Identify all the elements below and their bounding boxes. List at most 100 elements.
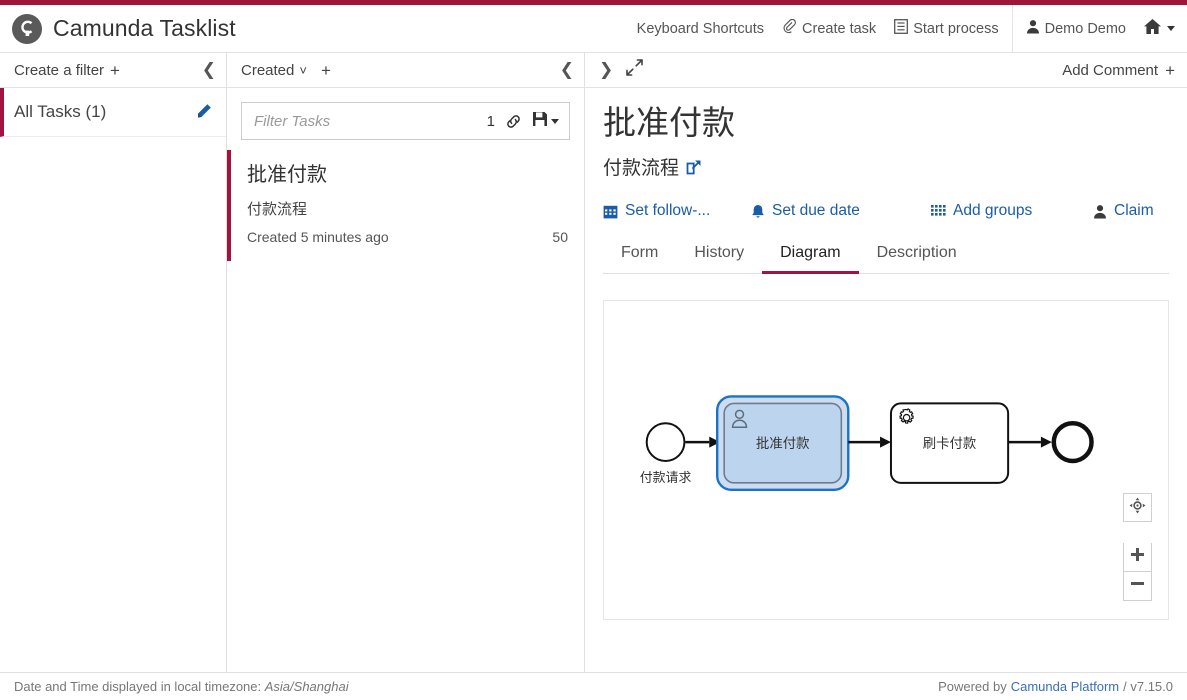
task-search-area: 1 bbox=[227, 88, 584, 150]
sort-label: Created bbox=[241, 62, 294, 79]
plus-icon bbox=[1130, 547, 1145, 567]
task-priority: 50 bbox=[552, 229, 568, 245]
list-document-icon bbox=[894, 19, 908, 38]
create-filter-label: Create a filter bbox=[14, 62, 104, 79]
nav-keyboard-shortcuts[interactable]: Keyboard Shortcuts bbox=[628, 5, 773, 52]
tasks-column-header: Created ˅ + ❮ bbox=[227, 53, 584, 88]
zoom-out-button[interactable] bbox=[1123, 572, 1152, 601]
powered-by: Powered by Camunda Platform / v7.15.0 bbox=[938, 679, 1173, 694]
paperclip-icon bbox=[782, 19, 797, 38]
tab-form[interactable]: Form bbox=[603, 238, 676, 274]
detail-tabs: Form History Diagram Description bbox=[603, 238, 1169, 274]
process-subtitle: 付款流程 bbox=[603, 153, 1169, 180]
collapse-filters-icon[interactable]: ❮ bbox=[202, 62, 216, 79]
task-actions: Set follow-... Set due date bbox=[603, 202, 1169, 220]
task-process-name: 付款流程 bbox=[247, 198, 568, 219]
task-detail-body: 批准付款 付款流程 bbox=[585, 88, 1187, 672]
filters-column-header: Create a filter + ❮ bbox=[0, 53, 226, 88]
brand[interactable]: Camunda Tasklist bbox=[0, 14, 236, 44]
app-header: Camunda Tasklist Keyboard Shortcuts Crea… bbox=[0, 5, 1187, 53]
nav-start-process[interactable]: Start process bbox=[885, 5, 1007, 52]
expand-diagonal-icon[interactable] bbox=[626, 59, 643, 81]
home-menu[interactable] bbox=[1135, 18, 1187, 40]
reset-zoom-button[interactable] bbox=[1123, 493, 1152, 522]
process-name: 付款流程 bbox=[603, 153, 679, 180]
app-title: Camunda Tasklist bbox=[53, 15, 236, 42]
bpmn-start-event[interactable] bbox=[647, 424, 685, 462]
add-comment-button[interactable]: Add Comment + bbox=[1062, 62, 1175, 79]
task-name: 批准付款 bbox=[247, 164, 568, 186]
save-filter-dropdown[interactable] bbox=[532, 111, 559, 132]
add-comment-label: Add Comment bbox=[1062, 62, 1158, 79]
chevron-down-icon bbox=[551, 119, 559, 124]
home-icon bbox=[1143, 18, 1162, 40]
task-meta: Created 5 minutes ago 50 bbox=[247, 229, 568, 245]
grid-dots-icon bbox=[931, 204, 946, 218]
powered-by-label: Powered by bbox=[938, 679, 1007, 694]
tab-diagram[interactable]: Diagram bbox=[762, 238, 858, 274]
list-item[interactable]: 批准付款 付款流程 Created 5 minutes ago 50 bbox=[227, 150, 584, 261]
calendar-icon bbox=[603, 204, 618, 219]
header-nav: Keyboard Shortcuts Create task Star bbox=[628, 5, 1187, 52]
header-divider bbox=[1012, 5, 1013, 53]
nav-user-menu[interactable]: Demo Demo bbox=[1017, 5, 1135, 52]
sort-selector[interactable]: Created ˅ bbox=[241, 62, 307, 79]
bpmn-service-task-label: 刷卡付款 bbox=[923, 436, 977, 452]
add-groups-label: Add groups bbox=[953, 202, 1032, 220]
pencil-icon[interactable] bbox=[196, 103, 212, 122]
main-body: Create a filter + ❮ All Tasks (1) bbox=[0, 53, 1187, 672]
task-created: Created 5 minutes ago bbox=[247, 229, 389, 245]
set-follow-up-label: Set follow-... bbox=[625, 202, 710, 220]
nav-create-task[interactable]: Create task bbox=[773, 5, 885, 52]
set-due-date-button[interactable]: Set due date bbox=[751, 202, 931, 220]
plus-icon: + bbox=[110, 62, 120, 79]
nav-start-process-label: Start process bbox=[913, 21, 998, 37]
camunda-platform-link[interactable]: Camunda Platform bbox=[1011, 679, 1119, 694]
add-groups-button[interactable]: Add groups bbox=[931, 202, 1093, 220]
tasklist-app: Camunda Tasklist Keyboard Shortcuts Crea… bbox=[0, 0, 1187, 700]
floppy-save-icon bbox=[532, 111, 548, 132]
bpmn-end-event[interactable] bbox=[1054, 424, 1092, 462]
search-input[interactable] bbox=[254, 113, 477, 130]
timezone-prefix: Date and Time displayed in local timezon… bbox=[14, 679, 265, 694]
collapse-tasks-icon[interactable]: ❮ bbox=[560, 62, 574, 79]
tasks-column: Created ˅ + ❮ 1 bbox=[227, 53, 585, 672]
claim-label: Claim bbox=[1114, 202, 1154, 220]
zoom-in-button[interactable] bbox=[1123, 543, 1152, 572]
bpmn-start-event-label: 付款请求 bbox=[640, 471, 692, 486]
bpmn-canvas[interactable]: 付款请求 批准付款 bbox=[604, 301, 1168, 619]
bpmn-diagram-panel[interactable]: 付款请求 批准付款 bbox=[603, 300, 1169, 620]
sidebar-item-label: All Tasks (1) bbox=[14, 102, 106, 122]
set-follow-up-button[interactable]: Set follow-... bbox=[603, 202, 751, 220]
camunda-logo-icon bbox=[12, 14, 42, 44]
link-icon[interactable] bbox=[505, 113, 522, 130]
add-sort-button[interactable]: + bbox=[321, 62, 331, 79]
external-link-icon[interactable] bbox=[686, 159, 702, 175]
user-icon bbox=[1026, 19, 1040, 38]
minus-icon bbox=[1130, 576, 1145, 596]
task-detail-column: ❯ Add Comment + 批准付款 付款流程 bbox=[585, 53, 1187, 672]
claim-button[interactable]: Claim bbox=[1093, 202, 1154, 220]
bpmn-user-task-label: 批准付款 bbox=[756, 436, 810, 452]
bell-icon bbox=[751, 204, 765, 219]
page-title: 批准付款 bbox=[603, 102, 1169, 143]
sidebar-item-all-tasks[interactable]: All Tasks (1) bbox=[0, 88, 226, 137]
create-filter-button[interactable]: Create a filter + bbox=[14, 62, 120, 79]
plus-icon: + bbox=[1165, 62, 1175, 79]
version-label: / v7.15.0 bbox=[1123, 679, 1173, 694]
user-icon bbox=[1093, 204, 1107, 219]
chevron-down-icon bbox=[1167, 26, 1175, 31]
bpmn-arrowhead-2 bbox=[880, 437, 891, 448]
task-detail-header: ❯ Add Comment + bbox=[585, 53, 1187, 88]
search-result-count: 1 bbox=[487, 113, 495, 130]
tab-history[interactable]: History bbox=[676, 238, 762, 274]
diagram-zoom-controls bbox=[1123, 493, 1152, 601]
expand-tasks-icon[interactable]: ❯ bbox=[599, 62, 613, 79]
timezone-notice: Date and Time displayed in local timezon… bbox=[14, 679, 349, 694]
nav-keyboard-shortcuts-label: Keyboard Shortcuts bbox=[637, 21, 764, 37]
filters-column: Create a filter + ❮ All Tasks (1) bbox=[0, 53, 227, 672]
bpmn-arrowhead-3 bbox=[1041, 437, 1052, 448]
tab-description[interactable]: Description bbox=[859, 238, 975, 274]
nav-user-label: Demo Demo bbox=[1045, 21, 1126, 37]
timezone-value: Asia/Shanghai bbox=[265, 679, 349, 694]
